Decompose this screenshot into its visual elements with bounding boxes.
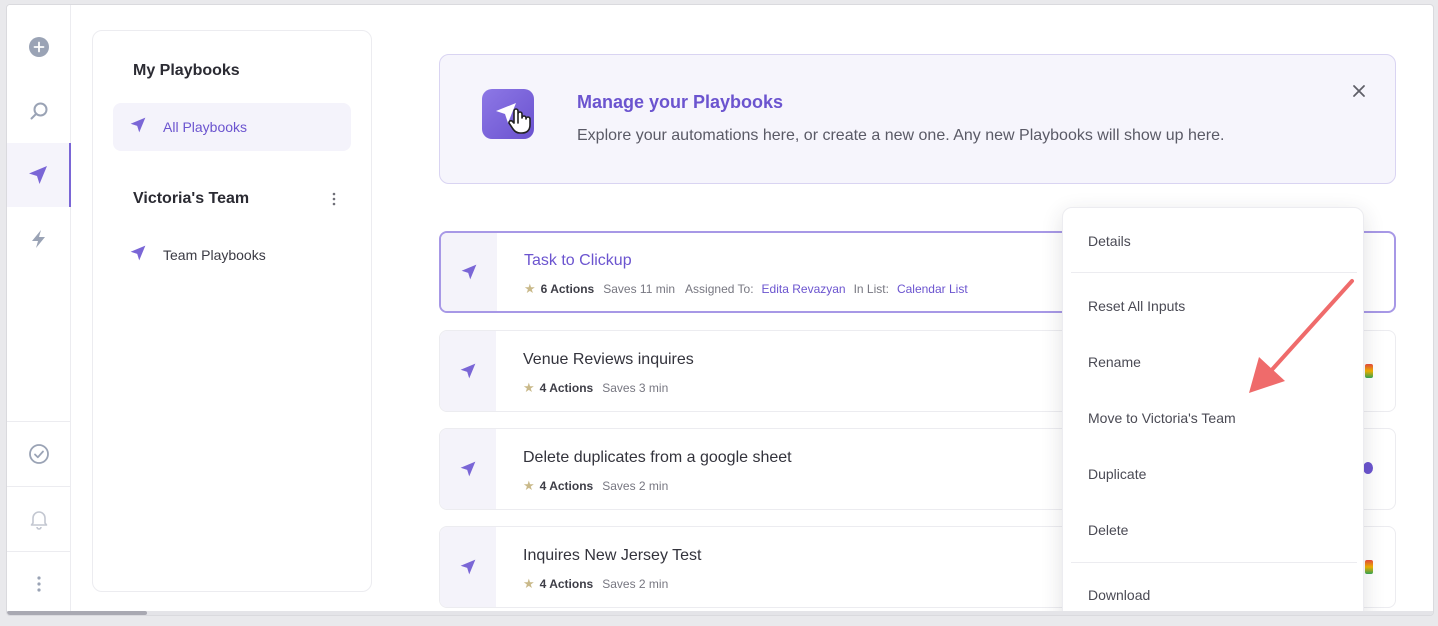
playbook-icon <box>441 233 497 311</box>
team-options-icon[interactable] <box>329 191 339 207</box>
manage-playbooks-banner: Manage your Playbooks Explore your autom… <box>439 54 1396 184</box>
menu-item-rename[interactable]: Rename <box>1088 354 1141 370</box>
app-window: My Playbooks All Playbooks Victoria's Te… <box>6 4 1434 616</box>
assignee-link[interactable]: Edita Revazyan <box>762 282 846 296</box>
playbooks-icon[interactable] <box>7 143 71 207</box>
time-saved: Saves 3 min <box>602 381 669 395</box>
playbook-meta: ★ 6 Actions Saves 11 min Assigned To: Ed… <box>524 281 976 297</box>
add-icon[interactable] <box>7 15 71 79</box>
time-saved: Saves 2 min <box>602 479 669 493</box>
assigned-label: Assigned To: <box>685 282 754 296</box>
close-icon[interactable] <box>1351 83 1367 99</box>
playbook-context-menu: Details Reset All Inputs Rename Move to … <box>1062 207 1364 615</box>
menu-item-duplicate[interactable]: Duplicate <box>1088 466 1146 482</box>
app-logo-icon <box>1363 462 1373 474</box>
star-icon: ★ <box>523 478 535 493</box>
menu-item-details[interactable]: Details <box>1088 233 1131 249</box>
bell-icon[interactable] <box>7 487 71 551</box>
my-playbooks-heading: My Playbooks <box>133 62 240 79</box>
playbook-title[interactable]: Inquires New Jersey Test <box>523 547 701 565</box>
playbook-title[interactable]: Venue Reviews inquires <box>523 351 694 369</box>
search-icon[interactable] <box>7 79 71 143</box>
banner-subtitle: Explore your automations here, or create… <box>577 127 1225 144</box>
time-saved: Saves 2 min <box>602 577 669 591</box>
time-saved: Saves 11 min <box>603 282 676 296</box>
playbooks-sidebar: My Playbooks All Playbooks Victoria's Te… <box>92 30 372 592</box>
menu-divider <box>1071 272 1357 273</box>
team-heading: Victoria's Team <box>133 190 250 207</box>
playbook-title[interactable]: Delete duplicates from a google sheet <box>523 449 792 467</box>
playbook-meta: ★ 4 Actions Saves 2 min <box>523 478 678 494</box>
playbook-icon <box>129 244 147 267</box>
actions-count: 4 Actions <box>539 479 594 493</box>
star-icon: ★ <box>523 380 535 395</box>
left-rail <box>7 5 71 615</box>
horizontal-scrollbar[interactable] <box>7 611 1433 615</box>
app-logo-icon <box>1365 364 1373 378</box>
star-icon: ★ <box>524 281 536 296</box>
playbook-icon <box>440 527 496 607</box>
playbook-cursor-icon <box>482 89 534 139</box>
playbook-title[interactable]: Task to Clickup <box>524 252 632 270</box>
list-label: In List: <box>853 282 889 296</box>
more-vertical-icon[interactable] <box>7 552 71 615</box>
playbook-icon <box>440 429 496 509</box>
sidebar-item-all-playbooks[interactable]: All Playbooks <box>113 103 351 151</box>
playbook-meta: ★ 4 Actions Saves 3 min <box>523 380 678 396</box>
check-circle-icon[interactable] <box>7 422 71 486</box>
menu-divider <box>1071 562 1357 563</box>
banner-title: Manage your Playbooks <box>577 92 784 112</box>
playbook-icon <box>440 331 496 411</box>
menu-item-delete[interactable]: Delete <box>1088 522 1128 538</box>
scrollbar-thumb[interactable] <box>7 611 147 615</box>
playbook-meta: ★ 4 Actions Saves 2 min <box>523 576 678 592</box>
menu-item-download[interactable]: Download <box>1088 587 1150 603</box>
lightning-icon[interactable] <box>7 207 71 271</box>
sidebar-item-team-playbooks[interactable]: Team Playbooks <box>113 231 351 279</box>
sidebar-item-label: Team Playbooks <box>163 247 266 263</box>
actions-count: 4 Actions <box>539 577 594 591</box>
menu-item-move-to-team[interactable]: Move to Victoria's Team <box>1088 410 1236 426</box>
sidebar-item-label: All Playbooks <box>163 119 248 135</box>
star-icon: ★ <box>523 576 535 591</box>
menu-item-reset-all-inputs[interactable]: Reset All Inputs <box>1088 298 1185 314</box>
list-link[interactable]: Calendar List <box>897 282 968 296</box>
actions-count: 4 Actions <box>539 381 594 395</box>
playbook-icon <box>129 116 147 139</box>
app-logo-icon <box>1365 560 1373 574</box>
actions-count: 6 Actions <box>540 282 595 296</box>
